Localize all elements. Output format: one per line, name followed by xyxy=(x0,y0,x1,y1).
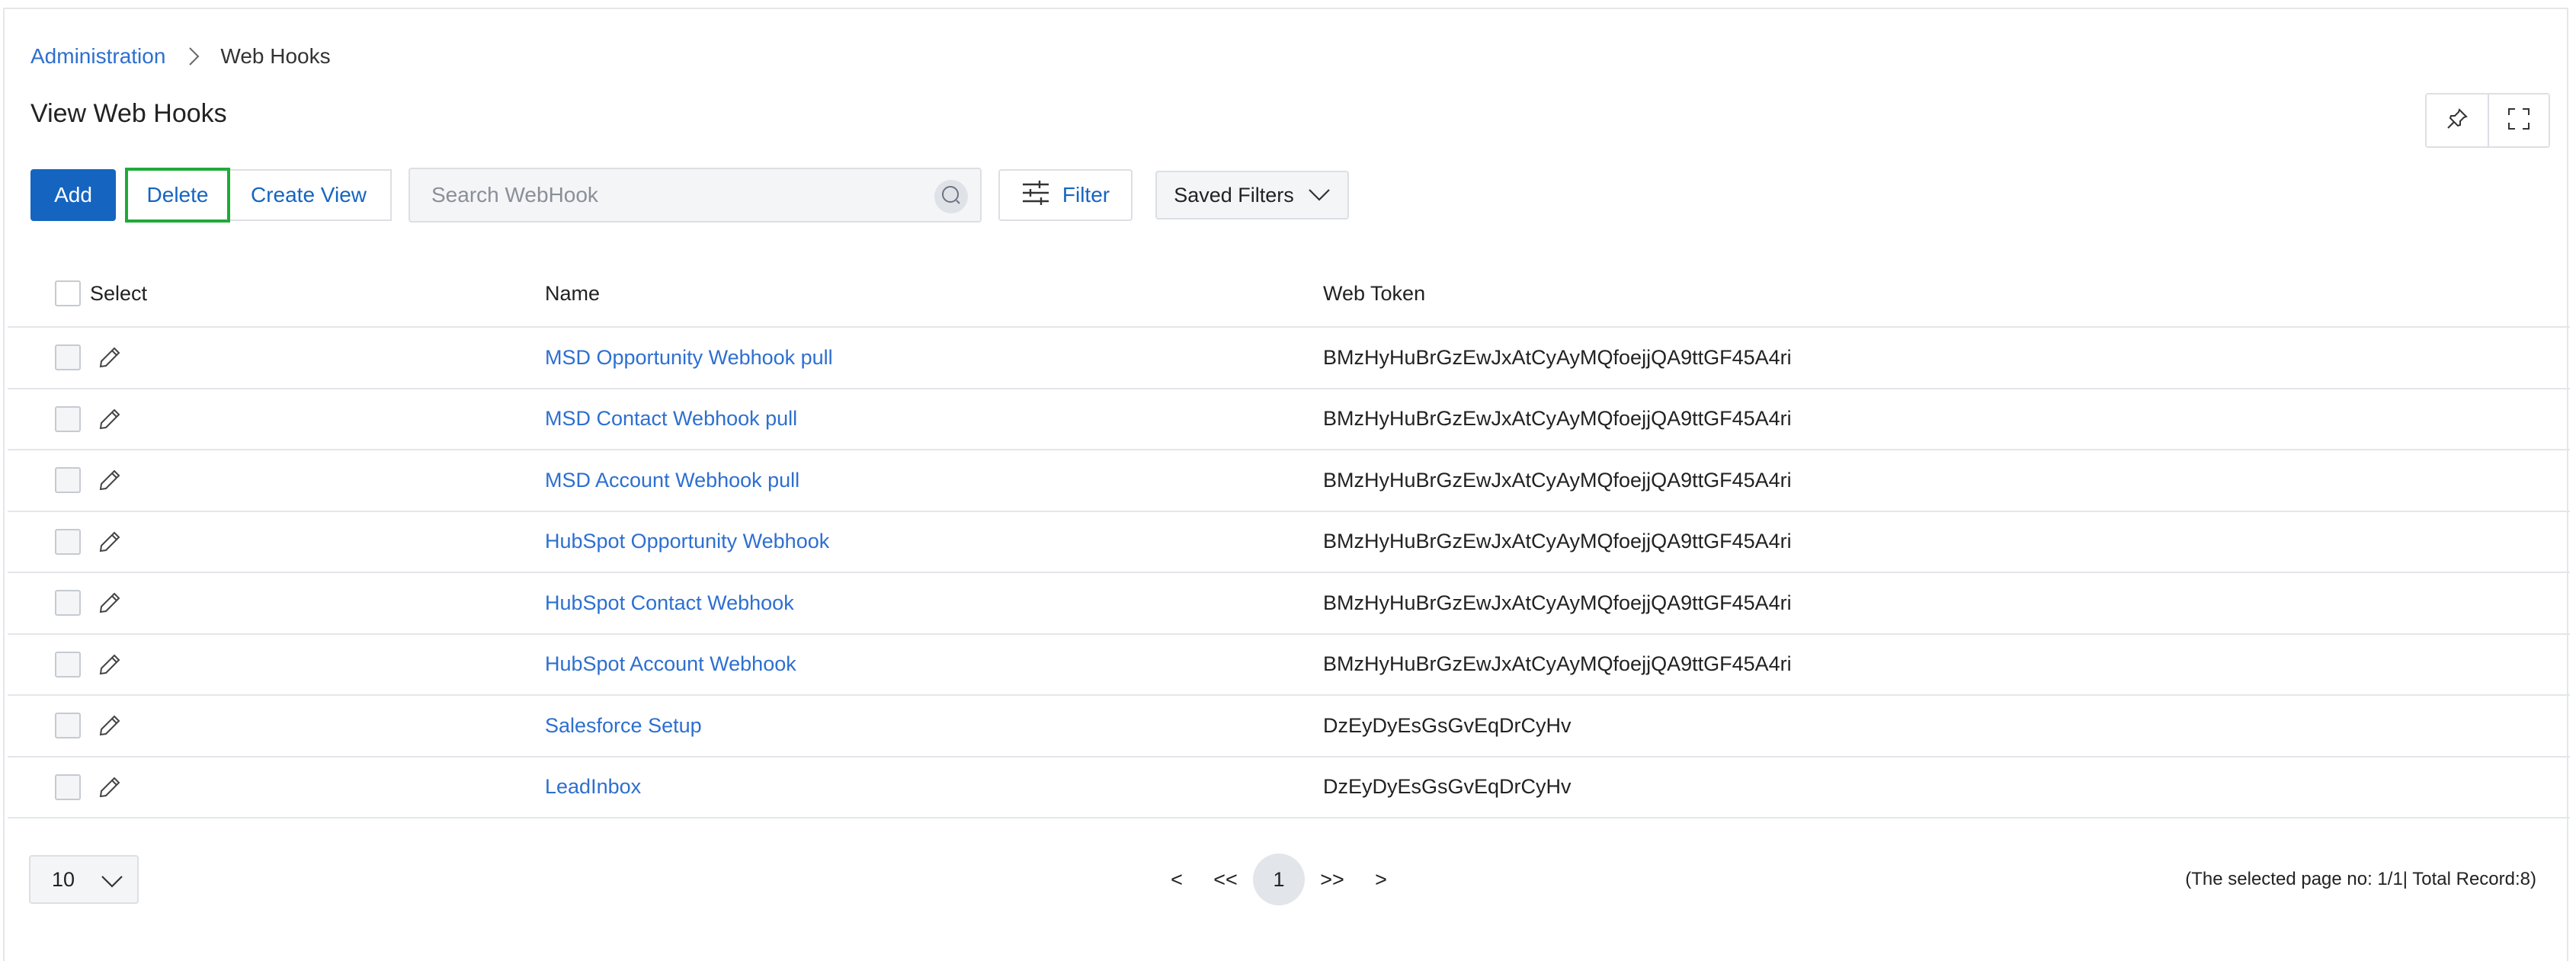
row-checkbox[interactable] xyxy=(55,774,81,800)
header-select-cell: Select xyxy=(55,261,147,326)
table-row: LeadInbox DzEyDyEsGsGvEqDrCyHv xyxy=(8,758,2570,818)
breadcrumb-administration-link[interactable]: Administration xyxy=(30,44,165,69)
pencil-icon[interactable] xyxy=(96,344,123,371)
record-info: (The selected page no: 1/1| Total Record… xyxy=(2185,869,2536,889)
webhook-name-link[interactable]: MSD Contact Webhook pull xyxy=(545,407,797,431)
table-row: MSD Account Webhook pull BMzHyHuBrGzEwJxA… xyxy=(8,450,2570,512)
header-web-token: Web Token xyxy=(1323,281,1426,305)
page-size-value: 10 xyxy=(52,867,75,891)
table-header: Select Name Web Token xyxy=(8,261,2570,328)
fullscreen-icon xyxy=(2507,107,2531,135)
filter-button[interactable]: Filter xyxy=(998,169,1133,221)
row-checkbox[interactable] xyxy=(55,651,81,678)
pencil-icon[interactable] xyxy=(96,712,123,739)
webhook-name-link[interactable]: HubSpot Contact Webhook xyxy=(545,591,794,615)
webhook-name-link[interactable]: LeadInbox xyxy=(545,775,641,799)
pencil-icon[interactable] xyxy=(96,405,123,433)
webhook-name-link[interactable]: MSD Account Webhook pull xyxy=(545,469,799,492)
row-name-cell: HubSpot Contact Webhook xyxy=(545,573,794,633)
row-select-cell xyxy=(55,696,123,756)
webhook-token: BMzHyHuBrGzEwJxAtCyAyMQfoejjQA9ttGF45A4r… xyxy=(1323,345,1792,369)
pencil-icon[interactable] xyxy=(96,774,123,801)
row-name-cell: LeadInbox xyxy=(545,758,641,818)
pencil-icon[interactable] xyxy=(96,651,123,678)
webhook-name-link[interactable]: Salesforce Setup xyxy=(545,714,702,738)
select-all-checkbox[interactable] xyxy=(55,280,81,306)
row-name-cell: MSD Account Webhook pull xyxy=(545,450,799,511)
filter-label: Filter xyxy=(1062,183,1110,207)
row-checkbox[interactable] xyxy=(55,467,81,494)
table-row: HubSpot Account Webhook BMzHyHuBrGzEwJxAt… xyxy=(8,635,2570,696)
row-checkbox[interactable] xyxy=(55,590,81,617)
saved-filters-label: Saved Filters xyxy=(1174,183,1294,207)
search-icon xyxy=(941,185,961,209)
chevron-down-icon xyxy=(101,870,123,894)
chevron-down-icon xyxy=(1308,184,1331,207)
search-box xyxy=(409,168,982,223)
search-input[interactable] xyxy=(431,183,904,207)
webhook-token: BMzHyHuBrGzEwJxAtCyAyMQfoejjQA9ttGF45A4r… xyxy=(1323,530,1792,553)
webhook-name-link[interactable]: HubSpot Account Webhook xyxy=(545,652,796,676)
row-name-cell: HubSpot Account Webhook xyxy=(545,635,796,695)
view-actions xyxy=(2425,93,2550,148)
pagination: < << 1 >> > xyxy=(1155,854,1402,905)
webhook-name-link[interactable]: MSD Opportunity Webhook pull xyxy=(545,346,833,370)
row-name-cell: Salesforce Setup xyxy=(545,696,702,756)
add-button[interactable]: Add xyxy=(30,169,116,221)
row-select-cell xyxy=(55,573,123,633)
page-size-select[interactable]: 10 xyxy=(29,855,139,904)
delete-button[interactable]: Delete xyxy=(125,168,230,223)
row-checkbox[interactable] xyxy=(55,344,81,371)
fullscreen-button[interactable] xyxy=(2488,94,2549,146)
row-select-cell xyxy=(55,389,123,450)
webhook-token: DzEyDyEsGsGvEqDrCyHv xyxy=(1323,713,1572,737)
table-row: Salesforce Setup DzEyDyEsGsGvEqDrCyHv xyxy=(8,696,2570,758)
row-select-cell xyxy=(55,328,123,388)
row-select-cell xyxy=(55,450,123,511)
table-row: HubSpot Opportunity Webhook BMzHyHuBrGzEw… xyxy=(8,512,2570,573)
sliders-icon xyxy=(1021,180,1050,211)
pencil-icon[interactable] xyxy=(96,466,123,494)
pin-icon xyxy=(2445,107,2469,135)
first-page-button[interactable]: << xyxy=(1198,854,1253,905)
pencil-icon[interactable] xyxy=(96,589,123,617)
chevron-right-icon xyxy=(188,46,200,66)
row-select-cell xyxy=(55,635,123,695)
page-frame: Administration Web Hooks View Web Hooks xyxy=(3,8,2570,961)
webhook-token: BMzHyHuBrGzEwJxAtCyAyMQfoejjQA9ttGF45A4r… xyxy=(1323,468,1792,492)
breadcrumb: Administration Web Hooks xyxy=(30,41,331,72)
table-row: HubSpot Contact Webhook BMzHyHuBrGzEwJxAt… xyxy=(8,573,2570,635)
row-checkbox[interactable] xyxy=(55,405,81,432)
webhook-name-link[interactable]: HubSpot Opportunity Webhook xyxy=(545,530,829,553)
webhook-token: DzEyDyEsGsGvEqDrCyHv xyxy=(1323,775,1572,799)
row-name-cell: MSD Opportunity Webhook pull xyxy=(545,328,833,388)
header-select-label: Select xyxy=(90,281,148,305)
saved-filters-dropdown[interactable]: Saved Filters xyxy=(1155,171,1349,219)
next-page-button[interactable]: > xyxy=(1360,854,1402,905)
pin-button[interactable] xyxy=(2427,94,2488,146)
search-button[interactable] xyxy=(934,180,968,213)
webhook-token: BMzHyHuBrGzEwJxAtCyAyMQfoejjQA9ttGF45A4r… xyxy=(1323,407,1792,431)
row-select-cell xyxy=(55,512,123,572)
table-row: MSD Contact Webhook pull BMzHyHuBrGzEwJxA… xyxy=(8,389,2570,450)
webhook-token: BMzHyHuBrGzEwJxAtCyAyMQfoejjQA9ttGF45A4r… xyxy=(1323,591,1792,614)
table-row: MSD Opportunity Webhook pull BMzHyHuBrGzE… xyxy=(8,328,2570,389)
create-view-button[interactable]: Create View xyxy=(227,169,392,221)
last-page-button[interactable]: >> xyxy=(1305,854,1360,905)
row-select-cell xyxy=(55,758,123,818)
table-body: MSD Opportunity Webhook pull BMzHyHuBrGzE… xyxy=(8,328,2570,818)
webhooks-table: Select Name Web Token MSD Opportunity We… xyxy=(8,261,2570,818)
pencil-icon[interactable] xyxy=(96,528,123,556)
webhook-token: BMzHyHuBrGzEwJxAtCyAyMQfoejjQA9ttGF45A4r… xyxy=(1323,652,1792,676)
row-checkbox[interactable] xyxy=(55,528,81,555)
page-title: View Web Hooks xyxy=(30,99,227,128)
row-name-cell: HubSpot Opportunity Webhook xyxy=(545,512,829,572)
breadcrumb-current: Web Hooks xyxy=(220,44,331,68)
prev-page-button[interactable]: < xyxy=(1155,854,1198,905)
page-number-button[interactable]: 1 xyxy=(1253,854,1305,905)
header-name: Name xyxy=(545,281,601,305)
row-checkbox[interactable] xyxy=(55,713,81,739)
row-name-cell: MSD Contact Webhook pull xyxy=(545,389,797,450)
